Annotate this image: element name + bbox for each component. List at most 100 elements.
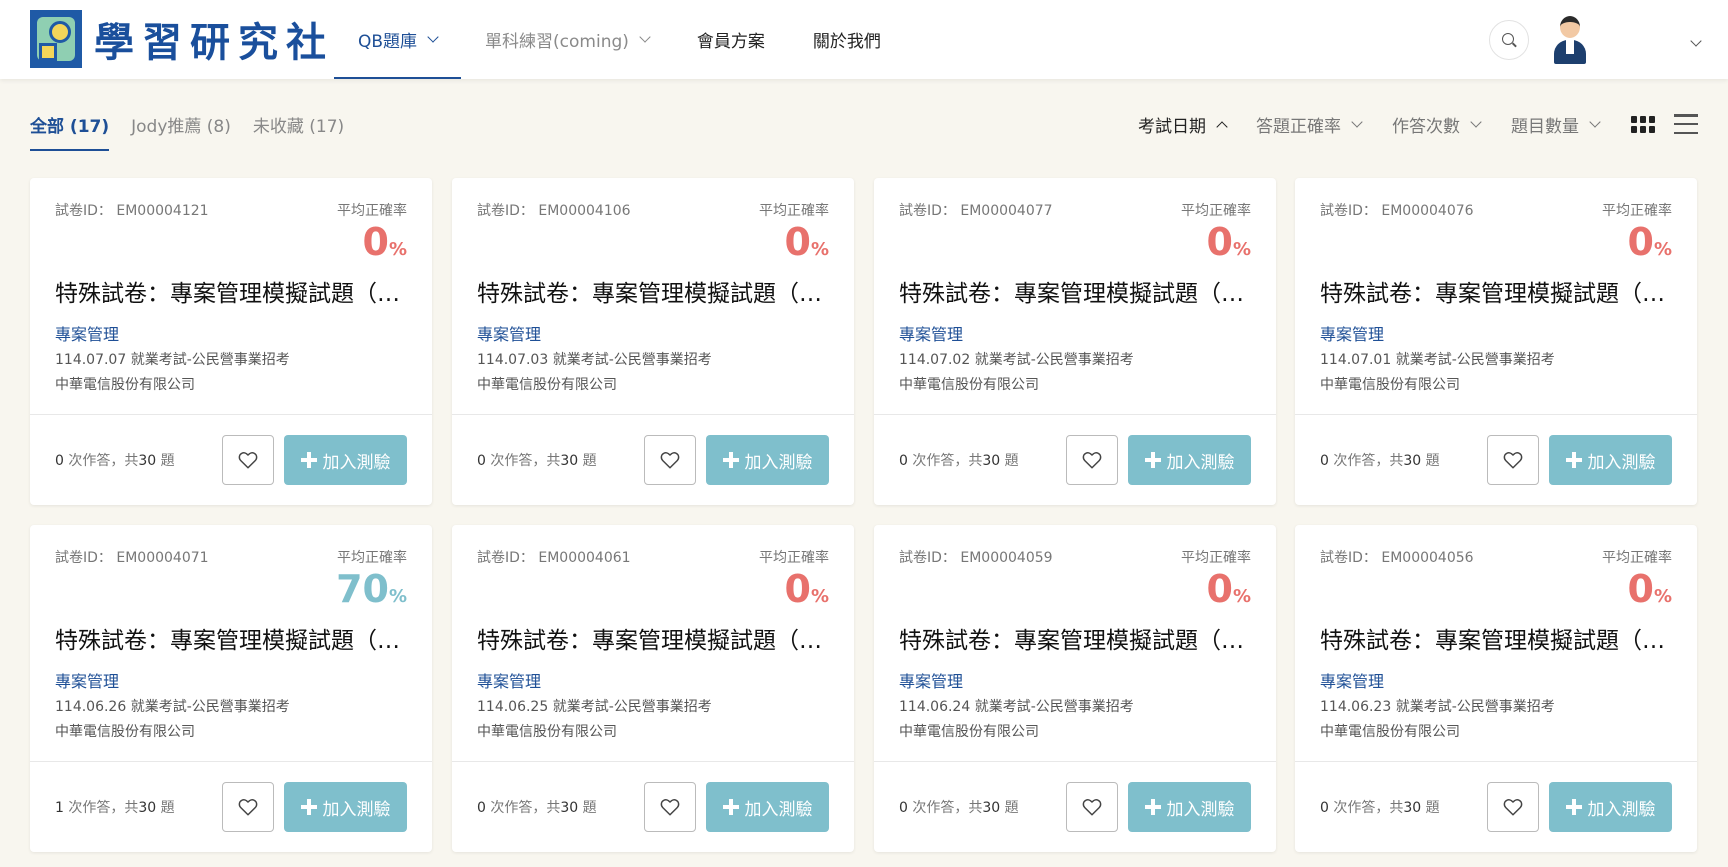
top-header: 學習研究社 QB題庫 單科練習(coming) 會員方案 關於我們 (0, 0, 1728, 79)
card-divider (874, 414, 1276, 415)
average-rate: 0% (784, 220, 830, 264)
exam-date: 114.06.24 就業考試-公民營事業招考 (899, 699, 1134, 715)
plus-icon (300, 452, 317, 468)
heart-icon (1082, 452, 1102, 469)
exam-id: 試卷ID： EM00004056 (1320, 550, 1474, 566)
plus-icon (722, 452, 739, 468)
add-button-label: 加入測驗 (322, 799, 391, 820)
favorite-button[interactable] (1066, 435, 1118, 485)
brand-logo[interactable]: 學習研究社 (30, 10, 334, 68)
sort-question-count[interactable]: 題目數量 (1511, 112, 1601, 137)
exam-card[interactable]: 試卷ID： EM00004077 平均正確率 0% 特殊試卷：專案管理模擬試題（… (874, 178, 1276, 505)
favorite-button[interactable] (1487, 782, 1539, 832)
card-divider (452, 414, 854, 415)
exam-title[interactable]: 特殊試卷：專案管理模擬試題（一） (55, 274, 410, 308)
exam-card[interactable]: 試卷ID： EM00004056 平均正確率 0% 特殊試卷：專案管理模擬試題（… (1295, 525, 1697, 852)
add-to-quiz-button[interactable]: 加入測驗 (1549, 782, 1672, 832)
list-view-icon[interactable] (1674, 114, 1698, 134)
average-rate: 0% (784, 567, 830, 611)
exam-category[interactable]: 專案管理 (55, 321, 119, 345)
nav-item-membership[interactable]: 會員方案 (673, 0, 789, 79)
favorite-button[interactable] (222, 435, 274, 485)
exam-id: 試卷ID： EM00004071 (55, 550, 209, 566)
add-button-label: 加入測驗 (744, 799, 813, 820)
favorite-button[interactable] (644, 782, 696, 832)
filter-tabs: 全部 (17) Jody推薦 (8) 未收藏 (17) (30, 112, 366, 151)
exam-organization: 中華電信股份有限公司 (899, 724, 1039, 740)
plus-icon (1565, 452, 1582, 468)
add-to-quiz-button[interactable]: 加入測驗 (706, 782, 829, 832)
exam-card[interactable]: 試卷ID： EM00004059 平均正確率 0% 特殊試卷：專案管理模擬試題（… (874, 525, 1276, 852)
add-button-label: 加入測驗 (1587, 799, 1656, 820)
exam-card[interactable]: 試卷ID： EM00004071 平均正確率 70% 特殊試卷：專案管理模擬試題… (30, 525, 432, 852)
add-to-quiz-button[interactable]: 加入測驗 (284, 782, 407, 832)
exam-date: 114.07.02 就業考試-公民營事業招考 (899, 352, 1134, 368)
rate-label: 平均正確率 (1602, 203, 1672, 219)
exam-title[interactable]: 特殊試卷：專案管理模擬試題（四） (1320, 274, 1675, 308)
add-button-label: 加入測驗 (744, 452, 813, 473)
exam-id: 試卷ID： EM00004106 (477, 203, 631, 219)
attempt-stats: 0 次作答，共30 題 (477, 453, 597, 469)
exam-category[interactable]: 專案管理 (899, 321, 963, 345)
sort-label: 考試日期 (1138, 117, 1206, 137)
exam-category[interactable]: 專案管理 (477, 668, 541, 692)
nav-item-qb[interactable]: QB題庫 (334, 0, 462, 79)
add-to-quiz-button[interactable]: 加入測驗 (1128, 435, 1251, 485)
nav-item-about[interactable]: 關於我們 (789, 0, 905, 79)
exam-category[interactable]: 專案管理 (55, 668, 119, 692)
exam-card[interactable]: 試卷ID： EM00004121 平均正確率 0% 特殊試卷：專案管理模擬試題（… (30, 178, 432, 505)
favorite-button[interactable] (1487, 435, 1539, 485)
add-to-quiz-button[interactable]: 加入測驗 (1549, 435, 1672, 485)
add-to-quiz-button[interactable]: 加入測驗 (284, 435, 407, 485)
card-divider (1295, 761, 1697, 762)
exam-title[interactable]: 特殊試卷：專案管理模擬試題（八） (1320, 621, 1675, 655)
exam-category[interactable]: 專案管理 (1320, 668, 1384, 692)
user-menu-chevron[interactable] (1680, 30, 1702, 49)
exam-category[interactable]: 專案管理 (1320, 321, 1384, 345)
exam-title[interactable]: 特殊試卷：專案管理模擬試題（三） (899, 274, 1254, 308)
sort-label: 作答次數 (1392, 117, 1460, 137)
exam-organization: 中華電信股份有限公司 (477, 724, 617, 740)
rate-label: 平均正確率 (337, 203, 407, 219)
exam-title[interactable]: 特殊試卷：專案管理模擬試題（六） (477, 621, 832, 655)
exam-organization: 中華電信股份有限公司 (1320, 377, 1460, 393)
nav-item-label: 單科練習(coming) (485, 32, 629, 52)
exam-id: 試卷ID： EM00004076 (1320, 203, 1474, 219)
tab-all[interactable]: 全部 (17) (30, 112, 110, 151)
nav-item-single-subject[interactable]: 單科練習(coming) (461, 0, 673, 79)
exam-title[interactable]: 特殊試卷：專案管理模擬試題（二） (477, 274, 832, 308)
search-button[interactable] (1489, 20, 1529, 60)
exam-date: 114.06.23 就業考試-公民營事業招考 (1320, 699, 1555, 715)
exam-category[interactable]: 專案管理 (477, 321, 541, 345)
add-to-quiz-button[interactable]: 加入測驗 (1128, 782, 1251, 832)
exam-title[interactable]: 特殊試卷：專案管理模擬試題（七） (899, 621, 1254, 655)
exam-date: 114.07.07 就業考試-公民營事業招考 (55, 352, 290, 368)
add-button-label: 加入測驗 (1166, 452, 1235, 473)
favorite-button[interactable] (644, 435, 696, 485)
average-rate: 0% (1206, 567, 1252, 611)
plus-icon (722, 799, 739, 815)
favorite-button[interactable] (222, 782, 274, 832)
exam-card[interactable]: 試卷ID： EM00004076 平均正確率 0% 特殊試卷：專案管理模擬試題（… (1295, 178, 1697, 505)
exam-card[interactable]: 試卷ID： EM00004061 平均正確率 0% 特殊試卷：專案管理模擬試題（… (452, 525, 854, 852)
add-to-quiz-button[interactable]: 加入測驗 (706, 435, 829, 485)
exam-category[interactable]: 專案管理 (899, 668, 963, 692)
exam-card[interactable]: 試卷ID： EM00004106 平均正確率 0% 特殊試卷：專案管理模擬試題（… (452, 178, 854, 505)
tab-jody-recommend[interactable]: Jody推薦 (8) (131, 112, 231, 151)
exam-title[interactable]: 特殊試卷：專案管理模擬試題（五） (55, 621, 410, 655)
exam-date: 114.06.25 就業考試-公民營事業招考 (477, 699, 712, 715)
sort-exam-date[interactable]: 考試日期 (1138, 112, 1228, 137)
tab-not-favorited[interactable]: 未收藏 (17) (253, 112, 344, 151)
exam-organization: 中華電信股份有限公司 (55, 377, 195, 393)
card-divider (30, 414, 432, 415)
exam-organization: 中華電信股份有限公司 (477, 377, 617, 393)
nav-item-label: 關於我們 (812, 32, 881, 52)
favorite-button[interactable] (1066, 782, 1118, 832)
heart-icon (1503, 799, 1523, 816)
sort-attempts[interactable]: 作答次數 (1392, 112, 1482, 137)
grid-view-icon[interactable] (1631, 116, 1655, 134)
exam-id: 試卷ID： EM00004077 (899, 203, 1053, 219)
sort-accuracy[interactable]: 答題正確率 (1256, 112, 1363, 137)
rate-label: 平均正確率 (1181, 550, 1251, 566)
avatar[interactable] (1548, 14, 1592, 64)
